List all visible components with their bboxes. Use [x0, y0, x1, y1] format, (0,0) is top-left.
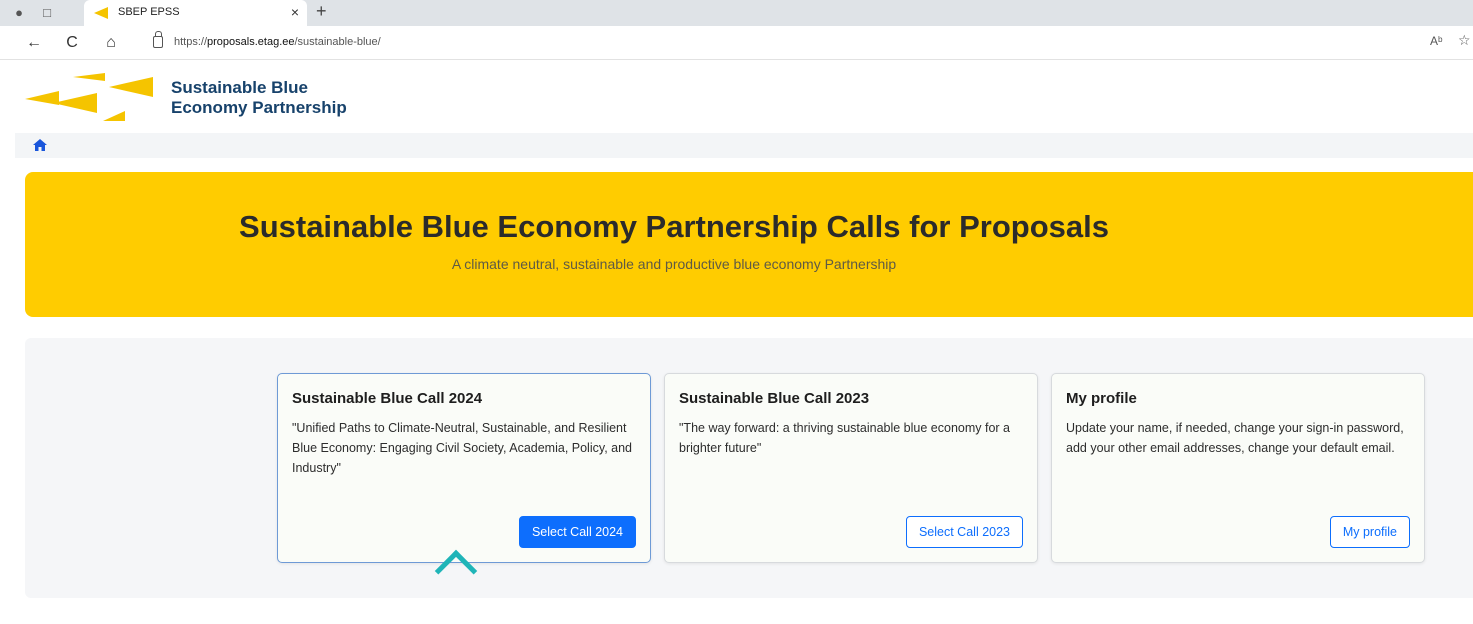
favicon-icon [94, 7, 108, 19]
my-profile-button[interactable]: My profile [1329, 516, 1410, 548]
back-icon[interactable]: ← [24, 33, 44, 53]
page-subtitle: A climate neutral, sustainable and produ… [451, 256, 897, 272]
card-text: "Unified Paths to Climate-Neutral, Susta… [292, 421, 632, 475]
read-aloud-icon[interactable]: Aᵇ [1430, 34, 1443, 48]
site-header: Sustainable Blue Economy Partnership [15, 61, 1473, 133]
page-content: Sustainable Blue Economy Partnership Sus… [15, 61, 1473, 624]
browser-tab-active[interactable]: SBEP EPSS × [84, 0, 307, 26]
page-title: Sustainable Blue Economy Partnership Cal… [239, 209, 1109, 244]
tab-actions-icon[interactable]: □ [38, 4, 56, 22]
brand-line-2: Economy Partnership [171, 98, 347, 117]
card-title: Sustainable Blue Call 2023 [679, 390, 870, 407]
card-title: My profile [1066, 390, 1137, 407]
card-call-2023: Sustainable Blue Call 2023 "The way forw… [664, 373, 1038, 563]
favorite-star-icon[interactable]: ☆ [1458, 32, 1471, 49]
breadcrumb [15, 133, 1473, 158]
address-bar-row: ← C ⌂ https://proposals.etag.ee/sustaina… [0, 26, 1473, 60]
select-call-2023-button[interactable]: Select Call 2023 [905, 516, 1023, 548]
home-icon[interactable] [33, 138, 47, 152]
card-text: "The way forward: a thriving sustainable… [679, 421, 1010, 455]
sbep-logo[interactable] [25, 71, 153, 123]
cards-section: Sustainable Blue Call 2024 "Unified Path… [25, 338, 1473, 598]
brand-name[interactable]: Sustainable Blue Economy Partnership [171, 78, 347, 118]
browser-tab-strip: ● □ SBEP EPSS × + [0, 0, 1473, 26]
lock-icon[interactable] [153, 31, 163, 48]
card-text: Update your name, if needed, change your… [1066, 421, 1404, 455]
brand-line-1: Sustainable Blue [171, 78, 308, 97]
tab-close-icon[interactable]: × [291, 4, 299, 20]
card-call-2024: Sustainable Blue Call 2024 "Unified Path… [277, 373, 651, 563]
select-call-2024-button[interactable]: Select Call 2024 [518, 516, 636, 548]
profile-icon[interactable]: ● [10, 4, 28, 22]
hero-banner: Sustainable Blue Economy Partnership Cal… [25, 172, 1473, 317]
url-input[interactable]: https://proposals.etag.ee/sustainable-bl… [144, 31, 1449, 55]
url-text[interactable]: https://proposals.etag.ee/sustainable-bl… [174, 36, 381, 48]
home-button-icon[interactable]: ⌂ [101, 33, 121, 53]
tab-title: SBEP EPSS [118, 6, 180, 18]
refresh-icon[interactable]: C [62, 33, 82, 53]
card-title: Sustainable Blue Call 2024 [292, 390, 483, 407]
card-my-profile: My profile Update your name, if needed, … [1051, 373, 1425, 563]
new-tab-button[interactable]: + [316, 1, 327, 22]
